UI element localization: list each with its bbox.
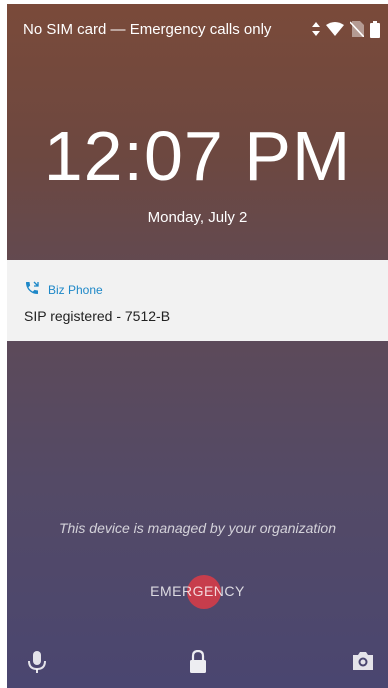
- emergency-area: EMERGENCY: [7, 575, 388, 609]
- status-bar: No SIM card — Emergency calls only: [7, 4, 388, 52]
- microphone-icon[interactable]: [27, 650, 47, 674]
- wifi-icon: [326, 22, 344, 36]
- notification-app-name: Biz Phone: [48, 282, 103, 297]
- notification-card[interactable]: Biz Phone SIP registered - 7512-B: [7, 260, 388, 341]
- camera-icon[interactable]: [351, 650, 375, 672]
- status-icons: [312, 20, 380, 38]
- notification-message: SIP registered - 7512-B: [24, 308, 171, 324]
- battery-icon: [370, 20, 380, 38]
- no-sim-icon: [350, 21, 364, 37]
- lock-icon[interactable]: [189, 650, 207, 674]
- emergency-button[interactable]: EMERGENCY: [7, 583, 388, 599]
- notification-header: Biz Phone: [24, 280, 103, 299]
- lock-screen-shortcuts: [7, 644, 388, 688]
- lock-screen: No SIM card — Emergency calls only 12:07…: [7, 4, 388, 688]
- phone-callback-icon: [24, 280, 40, 299]
- carrier-status-text: No SIM card — Emergency calls only: [23, 21, 272, 38]
- lock-clock: 12:07 PM: [43, 117, 352, 195]
- device-managed-text: This device is managed by your organizat…: [58, 520, 337, 536]
- data-arrows-icon: [312, 22, 320, 36]
- lock-date: Monday, July 2: [147, 209, 248, 226]
